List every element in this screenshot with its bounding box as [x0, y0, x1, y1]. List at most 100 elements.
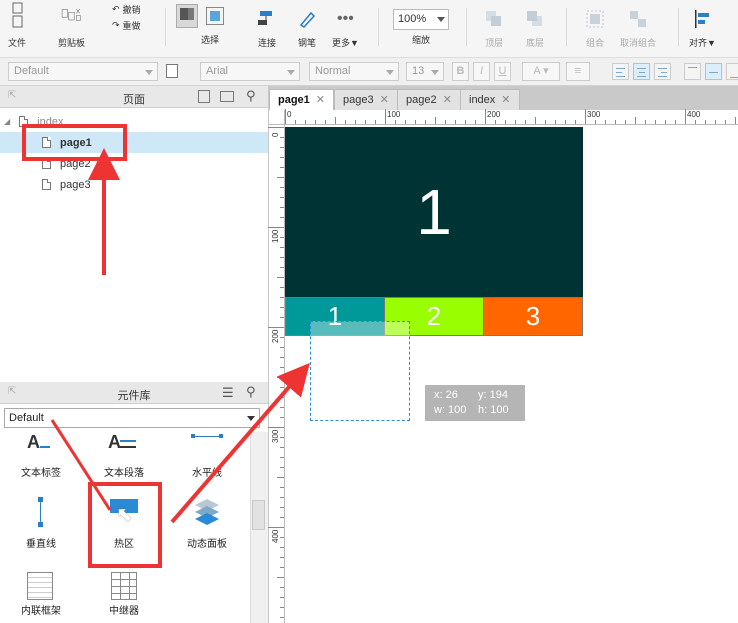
- library-scrollbar-thumb[interactable]: [252, 500, 265, 530]
- zoom-select[interactable]: 100%: [393, 9, 449, 30]
- font-family-value: Arial: [206, 65, 229, 77]
- tree-item-page1[interactable]: page1: [0, 132, 268, 153]
- close-icon[interactable]: ✕: [316, 94, 325, 106]
- widget-vertical-line[interactable]: 垂直线: [7, 497, 75, 550]
- ruler-label: 100: [387, 110, 401, 119]
- select-mode-button[interactable]: 选择: [176, 4, 224, 46]
- ruler-corner: [269, 110, 285, 125]
- undo-label: 撤销: [122, 5, 141, 15]
- close-icon[interactable]: ✕: [501, 94, 510, 106]
- align-label: 对齐▼: [689, 38, 716, 48]
- widget-label: 动态面板: [187, 539, 227, 550]
- redo-button[interactable]: ↷ 重做: [112, 19, 141, 32]
- ruler-tick: [475, 120, 476, 124]
- clipboard-button[interactable]: 剪贴板: [58, 4, 85, 49]
- ruler-label: 200: [487, 110, 501, 119]
- tab-index[interactable]: index ✕: [460, 89, 520, 110]
- ruler-tick: [280, 387, 284, 388]
- add-folder-icon[interactable]: [220, 91, 234, 102]
- align-text-middle-icon[interactable]: [705, 63, 722, 80]
- vertical-line-icon: [7, 497, 75, 527]
- ruler-label: 0: [271, 132, 280, 137]
- more-button[interactable]: ••• 更多▼: [332, 8, 359, 49]
- widget-repeater[interactable]: 中继器: [90, 572, 158, 617]
- hotspot-widget[interactable]: [310, 321, 410, 421]
- widget-horizontal-line[interactable]: 水平线: [173, 434, 241, 479]
- ruler-tick: [280, 367, 284, 368]
- search-icon[interactable]: ⚲: [246, 88, 256, 104]
- align-text-right-icon[interactable]: [654, 63, 671, 80]
- connect-button[interactable]: 连接: [256, 8, 278, 49]
- tooltip-w: w: 100: [434, 404, 467, 416]
- pen-button[interactable]: 钢笔: [296, 8, 318, 49]
- font-weight-select[interactable]: Normal: [309, 62, 399, 81]
- widget-inline-frame[interactable]: 内联框架: [7, 572, 75, 617]
- ruler-tick: [280, 217, 284, 218]
- align-text-left-icon[interactable]: [612, 63, 629, 80]
- widget-dynamic-panel[interactable]: 动态面板: [173, 497, 241, 550]
- tree-item-label: page3: [60, 178, 91, 191]
- style-manager-icon[interactable]: [166, 64, 178, 78]
- page-tabs: page1 ✕ page3 ✕ page2 ✕ index ✕: [269, 86, 738, 110]
- ruler-tick: [655, 120, 656, 124]
- design-canvas[interactable]: 1 1 2 3 x: 26 y: 194 w: 100 h: 100: [285, 125, 738, 623]
- expand-arrow-icon[interactable]: ◢: [4, 117, 10, 126]
- tab-page1[interactable]: page1 ✕: [269, 89, 335, 110]
- ruler-tick: [280, 137, 284, 138]
- widget-label: 垂直线: [26, 539, 56, 550]
- italic-button[interactable]: I: [473, 62, 490, 81]
- ruler-tick: [280, 197, 284, 198]
- library-select[interactable]: Default: [4, 408, 260, 428]
- font-color-button[interactable]: A ▾: [522, 62, 560, 81]
- ruler-tick: [665, 120, 666, 124]
- add-page-icon[interactable]: [198, 90, 210, 103]
- group-button[interactable]: 组合: [584, 8, 606, 49]
- bullet-list-button[interactable]: ≡: [566, 62, 590, 81]
- nav-button-3[interactable]: 3: [483, 297, 583, 336]
- ruler-tick: [385, 109, 386, 124]
- search-icon[interactable]: ⚲: [246, 384, 256, 400]
- ungroup-button[interactable]: 取消组合: [620, 8, 656, 49]
- align-text-top-icon[interactable]: [684, 63, 701, 80]
- align-button[interactable]: 对齐▼: [689, 8, 716, 49]
- close-icon[interactable]: ✕: [380, 94, 389, 106]
- ruler-tick: [280, 307, 284, 308]
- bring-to-top-button[interactable]: 顶层: [483, 8, 505, 49]
- ruler-label: 100: [271, 229, 280, 243]
- undo-icon: ↶: [112, 4, 120, 14]
- style-select[interactable]: Default: [8, 62, 158, 81]
- font-weight-value: Normal: [315, 65, 351, 77]
- ruler-tick: [280, 297, 284, 298]
- tab-page2[interactable]: page2 ✕: [397, 89, 461, 110]
- zoom-value: 100%: [398, 13, 427, 25]
- tree-item-index[interactable]: ◢ index: [0, 111, 268, 132]
- ruler-tick: [268, 127, 284, 128]
- widget-text-paragraph[interactable]: A 文本段落: [90, 432, 158, 479]
- banner-label: 1: [416, 176, 452, 248]
- send-to-bottom-button[interactable]: 底层: [524, 8, 546, 49]
- dynamic-panel-icon: [173, 497, 241, 527]
- font-family-select[interactable]: Arial: [200, 62, 300, 81]
- underline-button[interactable]: U: [494, 62, 511, 81]
- widget-text-label[interactable]: A 文本标签: [7, 432, 75, 479]
- ruler-tick: [645, 120, 646, 124]
- bold-button[interactable]: B: [452, 62, 469, 81]
- align-text-center-icon[interactable]: [633, 63, 650, 80]
- close-icon[interactable]: ✕: [443, 94, 452, 106]
- tree-item-page3[interactable]: page3: [0, 174, 268, 195]
- pages-panel: ◢ index page1 page2 page3: [0, 108, 268, 382]
- widget-hotspot[interactable]: ⬉ 热区: [90, 497, 158, 550]
- tab-page3[interactable]: page3 ✕: [334, 89, 398, 110]
- tree-item-page2[interactable]: page2: [0, 153, 268, 174]
- clipboard-icon: [61, 4, 83, 26]
- top-layer-label: 顶层: [484, 38, 503, 48]
- tree-item-label: index: [37, 115, 64, 128]
- more-label: 更多▼: [332, 38, 359, 48]
- undo-button[interactable]: ↶ 撤销: [112, 3, 141, 16]
- main-toolbar: 文件 剪贴板 ↶ 撤销 ↷ 重做 选择 连接 钢笔 ••• 更多▼ 100% 缩放: [0, 0, 738, 58]
- font-size-select[interactable]: 13: [406, 62, 444, 81]
- file-button[interactable]: 文件: [6, 2, 28, 49]
- align-text-bottom-icon[interactable]: [726, 63, 738, 80]
- banner-panel[interactable]: 1: [285, 127, 583, 297]
- menu-icon[interactable]: ☰: [222, 385, 234, 401]
